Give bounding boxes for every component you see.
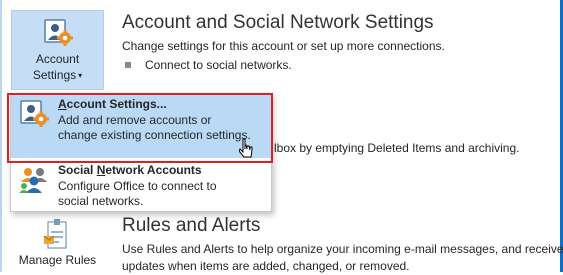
account-section-title: Account and Social Network Settings (122, 12, 434, 33)
rules-section-description: Use Rules and Alerts to help organize yo… (122, 241, 563, 275)
left-window-border (0, 0, 2, 272)
rules-description-line2: updates when items are added, changed, o… (122, 259, 410, 273)
menu-item-social-network-accounts[interactable]: Social Network Accounts Configure Office… (11, 160, 271, 212)
account-section-description: Change settings for this account or set … (122, 39, 445, 53)
rules-description-line1: Use Rules and Alerts to help organize yo… (122, 242, 563, 256)
manage-rules-icon (42, 218, 74, 250)
manage-rules-label: Manage Rules (18, 253, 97, 267)
account-section: Account and Social Network Settings Chan… (122, 12, 445, 72)
account-button-label-line1: Account (35, 52, 80, 66)
bullet-icon (125, 62, 131, 68)
menu-item-social-network-description: Configure Office to connect to social ne… (58, 179, 217, 208)
account-settings-icon (42, 17, 74, 49)
manage-rules-button[interactable]: Manage Rules (11, 218, 104, 272)
rules-section-title: Rules and Alerts (122, 215, 261, 236)
menu-item-social-network-title: Social Network Accounts (58, 163, 202, 177)
highlight-box (7, 93, 273, 163)
mailbox-cleanup-description: lbox by emptying Deleted Items and archi… (274, 141, 520, 155)
social-network-icon (18, 164, 50, 196)
chevron-down-icon: ▾ (78, 71, 83, 80)
account-settings-button[interactable]: Account Settings ▾ (11, 10, 104, 90)
social-bullet-text: Connect to social networks. (145, 58, 292, 72)
social-bullet-row: Connect to social networks. (122, 58, 445, 72)
mouse-cursor-icon (239, 138, 253, 158)
rules-section: Rules and Alerts Use Rules and Alerts to… (122, 215, 563, 275)
account-button-label-line2: Settings ▾ (32, 68, 83, 82)
